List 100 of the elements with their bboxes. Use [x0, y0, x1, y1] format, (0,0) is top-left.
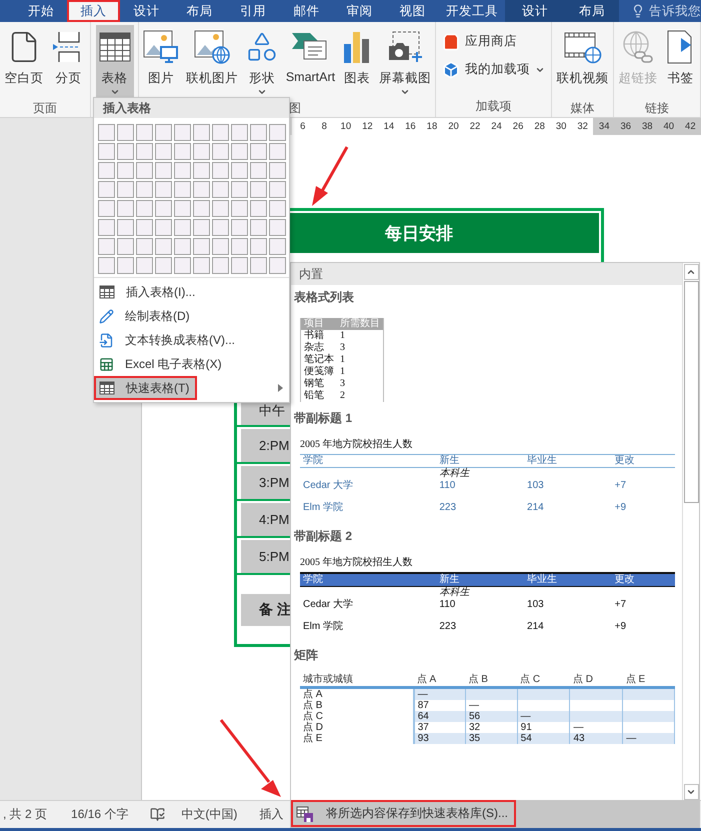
table-size-cell[interactable] [174, 257, 191, 274]
table-size-cell[interactable] [269, 257, 286, 274]
table-size-cell[interactable] [250, 257, 267, 274]
ribbon-button[interactable]: 书签 [662, 25, 698, 99]
table-size-cell[interactable] [269, 124, 286, 141]
table-size-cell[interactable] [155, 143, 172, 160]
table-size-cell[interactable] [117, 200, 134, 217]
table-size-cell[interactable] [98, 219, 115, 236]
table-size-cell[interactable] [269, 181, 286, 198]
status-item[interactable]: 插入 [259, 806, 284, 823]
ribbon-button[interactable]: 形状 [242, 25, 282, 99]
table-size-cell[interactable] [155, 257, 172, 274]
table-size-cell[interactable] [212, 181, 229, 198]
table-size-cell[interactable] [98, 181, 115, 198]
table-size-cell[interactable] [155, 124, 172, 141]
ribbon-button[interactable]: 我的加载项 [442, 60, 545, 78]
ribbon-button[interactable]: 联机视频 [554, 25, 612, 99]
table-size-cell[interactable] [174, 238, 191, 255]
scrollbar-thumb[interactable] [684, 281, 698, 503]
table-size-cell[interactable] [174, 219, 191, 236]
table-size-cell[interactable] [136, 238, 153, 255]
ribbon-tab[interactable]: 设计 [505, 0, 565, 22]
table-size-cell[interactable] [98, 238, 115, 255]
table-size-cell[interactable] [231, 124, 248, 141]
table-size-cell[interactable] [136, 257, 153, 274]
table-size-cell[interactable] [212, 200, 229, 217]
table-size-cell[interactable] [155, 219, 172, 236]
ribbon-tab[interactable]: 邮件 [280, 0, 333, 22]
ribbon-button[interactable]: 图表 [339, 25, 376, 99]
table-size-cell[interactable] [193, 181, 210, 198]
scroll-down-button[interactable] [684, 784, 698, 800]
tell-me-field[interactable]: 告诉我您 [649, 2, 701, 20]
table-size-cell[interactable] [98, 143, 115, 160]
table-size-cell[interactable] [193, 143, 210, 160]
table-size-cell[interactable] [174, 200, 191, 217]
table-size-cell[interactable] [117, 162, 134, 179]
ribbon-tab[interactable]: 布局 [173, 0, 226, 22]
table-size-cell[interactable] [212, 238, 229, 255]
table-size-cell[interactable] [98, 124, 115, 141]
table-size-cell[interactable] [212, 162, 229, 179]
table-size-cell[interactable] [174, 143, 191, 160]
ribbon-tab[interactable]: 开发工具 [439, 0, 505, 22]
table-size-cell[interactable] [117, 257, 134, 274]
table-size-cell[interactable] [98, 162, 115, 179]
table-size-cell[interactable] [174, 124, 191, 141]
table-size-cell[interactable] [136, 162, 153, 179]
table-size-cell[interactable] [174, 181, 191, 198]
table-size-cell[interactable] [136, 200, 153, 217]
table-size-cell[interactable] [193, 238, 210, 255]
table-size-cell[interactable] [212, 219, 229, 236]
table-size-cell[interactable] [136, 181, 153, 198]
table-size-cell[interactable] [98, 200, 115, 217]
table-size-cell[interactable] [212, 124, 229, 141]
table-size-cell[interactable] [231, 143, 248, 160]
table-size-cell[interactable] [193, 257, 210, 274]
ribbon-button[interactable]: 图片 [140, 25, 182, 99]
table-size-cell[interactable] [269, 143, 286, 160]
ribbon-tab[interactable]: 开始 [15, 0, 67, 22]
table-size-cell[interactable] [155, 162, 172, 179]
table-size-cell[interactable] [269, 219, 286, 236]
quick-table-option[interactable]: 矩阵 城市或城镇 点 A 点 B 点 C 点 D 点 E 点 A — 点 B 87 — 点 C 64 56 — 点 D 37 32 91 — 点 E 93 35 54 43 — [291, 643, 682, 744]
menu-item[interactable]: 绘制表格(D) [94, 304, 289, 328]
ribbon-button[interactable]: 屏幕截图 [376, 25, 434, 99]
table-size-cell[interactable] [231, 181, 248, 198]
table-size-cell[interactable] [117, 238, 134, 255]
table-size-cell[interactable] [231, 219, 248, 236]
table-size-cell[interactable] [250, 238, 267, 255]
table-size-cell[interactable] [231, 162, 248, 179]
ribbon-button[interactable]: 应用商店 [442, 32, 517, 50]
table-size-cell[interactable] [269, 238, 286, 255]
table-size-cell[interactable] [193, 124, 210, 141]
table-size-cell[interactable] [250, 162, 267, 179]
ribbon-tab[interactable]: 审阅 [333, 0, 386, 22]
status-item[interactable]: , 共 2 页 [3, 806, 48, 823]
table-size-cell[interactable] [231, 200, 248, 217]
ribbon-tab[interactable]: 布局 [565, 0, 619, 22]
menu-item[interactable]: 文本转换成表格(V)... [94, 328, 289, 352]
table-size-cell[interactable] [250, 181, 267, 198]
table-size-cell[interactable] [136, 124, 153, 141]
table-size-cell[interactable] [250, 143, 267, 160]
status-item[interactable]: 中文(中国) [181, 806, 238, 823]
table-size-cell[interactable] [250, 200, 267, 217]
ribbon-tab[interactable]: 视图 [386, 0, 439, 22]
status-item[interactable]: 16/16 个字 [71, 806, 128, 823]
table-size-cell[interactable] [98, 257, 115, 274]
table-size-cell[interactable] [231, 238, 248, 255]
table-size-cell[interactable] [212, 257, 229, 274]
menu-item[interactable]: 插入表格(I)... [94, 280, 289, 304]
table-size-cell[interactable] [117, 219, 134, 236]
table-size-cell[interactable] [250, 219, 267, 236]
scroll-up-button[interactable] [684, 264, 698, 280]
table-size-cell[interactable] [250, 124, 267, 141]
table-size-cell[interactable] [117, 181, 134, 198]
ribbon-button[interactable]: SmartArt [282, 25, 338, 99]
proofing-book-icon[interactable] [150, 807, 166, 822]
table-size-cell[interactable] [117, 124, 134, 141]
table-size-cell[interactable] [212, 143, 229, 160]
table-size-cell[interactable] [269, 162, 286, 179]
table-size-cell[interactable] [193, 200, 210, 217]
ribbon-button[interactable]: 分页 [48, 25, 88, 99]
